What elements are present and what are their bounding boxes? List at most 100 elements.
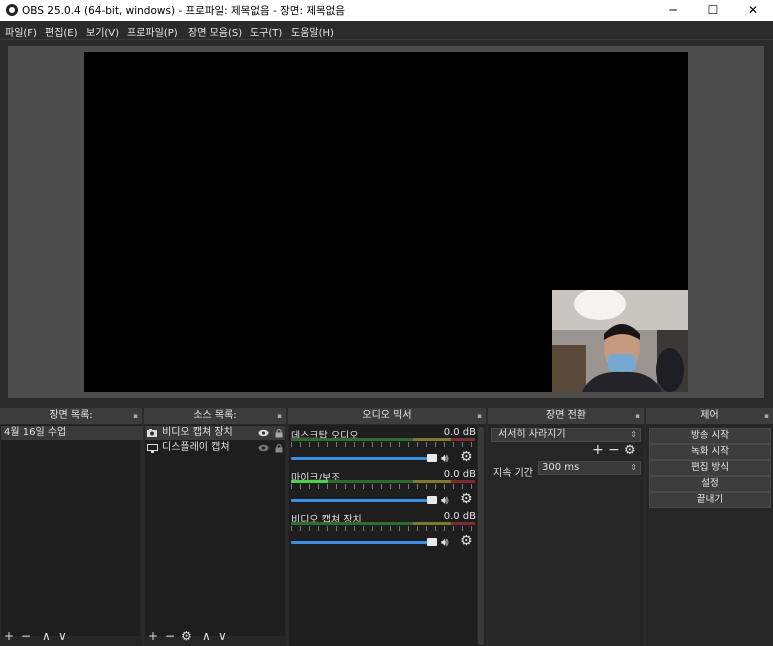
duration-value: 300 ms <box>542 462 580 473</box>
add-icon[interactable]: + <box>4 629 14 643</box>
gear-icon[interactable]: ⚙ <box>460 533 473 549</box>
meter-yellow <box>413 522 451 525</box>
eye-icon[interactable] <box>258 444 269 452</box>
gear-icon[interactable]: ⚙ <box>460 449 473 465</box>
speaker-icon[interactable]: 🔊︎ <box>441 535 449 550</box>
controls-dock-title: 제어 ▪ <box>646 408 773 424</box>
duration-label: 지속 기간 <box>493 468 533 479</box>
meter-green <box>291 438 413 441</box>
start-recording-button[interactable]: 녹화 시작 <box>649 444 771 460</box>
gear-icon[interactable]: ⚙ <box>624 443 636 458</box>
lock-icon[interactable] <box>275 428 283 438</box>
track-db: 0.0 dB <box>443 427 476 438</box>
volume-slider-handle[interactable] <box>427 454 437 462</box>
track-db: 0.0 dB <box>443 469 476 480</box>
scenes-dock-title: 장면 목록: ▪ <box>0 408 142 424</box>
gear-icon[interactable]: ⚙ <box>460 491 473 507</box>
sources-dock-title: 소스 목록: ▪ <box>144 408 286 424</box>
studio-mode-button[interactable]: 편집 방식 <box>649 460 771 476</box>
transitions-dock: 장면 전환 ▪ 서서히 사라지기 ⇕ + − ⚙ 지속 기간 300 ms ⇕ <box>488 408 644 646</box>
meter-scale <box>291 526 475 531</box>
meter-yellow <box>413 438 451 441</box>
meter-scale <box>291 442 475 447</box>
menu-file[interactable]: 파일(F) <box>5 24 37 39</box>
chevron-down-icon[interactable]: ∨ <box>218 629 227 643</box>
gear-icon[interactable]: ⚙ <box>181 629 192 643</box>
lock-icon[interactable] <box>275 443 283 453</box>
maximize-button[interactable]: ☐ <box>693 0 733 21</box>
speaker-icon[interactable]: 🔊︎ <box>441 493 449 508</box>
float-icon[interactable]: ▪ <box>477 408 482 424</box>
scene-item-label: 4월 16일 수업 <box>4 427 67 438</box>
webcam-video-frame[interactable] <box>552 290 688 392</box>
menu-view[interactable]: 보기(V) <box>86 24 119 39</box>
transitions-dock-title: 장면 전환 ▪ <box>488 408 644 424</box>
volume-slider[interactable] <box>291 499 429 502</box>
meter-red <box>451 522 475 525</box>
minimize-button[interactable]: ─ <box>653 0 693 21</box>
menu-help[interactable]: 도움말(H) <box>291 24 334 39</box>
start-streaming-button[interactable]: 방송 시작 <box>649 428 771 444</box>
transitions-title: 장면 전환 <box>546 410 586 421</box>
source-item-label: 비디오 캡쳐 장치 <box>162 427 233 438</box>
mixer-scrollbar[interactable] <box>478 427 484 645</box>
window-title: OBS 25.0.4 (64-bit, windows) - 프로파일: 제목없… <box>22 5 345 17</box>
menu-scene-collection[interactable]: 장면 모음(S) <box>188 24 242 39</box>
list-item[interactable]: 디스플레이 캡쳐 <box>145 441 285 455</box>
transition-toolbar: + − ⚙ <box>588 442 644 460</box>
scenes-dock: 장면 목록: ▪ 4월 16일 수업 + − ∧ ∨ <box>0 408 143 646</box>
duration-input[interactable]: 300 ms ⇕ <box>538 461 641 475</box>
volume-slider[interactable] <box>291 457 429 460</box>
chevron-up-icon[interactable]: ∧ <box>202 629 211 643</box>
sources-toolbar: + − ⚙ ∧ ∨ <box>144 628 286 646</box>
remove-icon[interactable]: − <box>165 629 175 643</box>
float-icon[interactable]: ▪ <box>635 408 640 424</box>
scenes-toolbar: + − ∧ ∨ <box>0 628 142 646</box>
close-button[interactable]: ✕ <box>733 0 773 21</box>
menu-edit[interactable]: 편집(E) <box>45 24 78 39</box>
float-icon[interactable]: ▪ <box>133 408 138 424</box>
menu-tools[interactable]: 도구(T) <box>250 24 282 39</box>
settings-button[interactable]: 설정 <box>649 476 771 492</box>
spinner-icon: ⇕ <box>630 430 637 439</box>
float-icon[interactable]: ▪ <box>764 408 769 424</box>
float-icon[interactable]: ▪ <box>277 408 282 424</box>
eye-icon[interactable] <box>258 429 269 437</box>
add-icon[interactable]: + <box>148 629 158 643</box>
source-item-label: 디스플레이 캡쳐 <box>162 442 230 453</box>
remove-icon[interactable]: − <box>21 629 31 643</box>
track-db: 0.0 dB <box>443 511 476 522</box>
menu-profile[interactable]: 프로파일(P) <box>127 24 178 39</box>
mixer-dock-title: 오디오 믹서 ▪ <box>288 408 486 424</box>
meter-red <box>451 438 475 441</box>
list-item[interactable]: 비디오 캡쳐 장치 <box>145 426 285 440</box>
meter-green <box>291 522 413 525</box>
speaker-icon[interactable]: 🔊︎ <box>441 451 449 466</box>
chevron-down-icon[interactable]: ∨ <box>58 629 67 643</box>
mixer-track-desktop: 데스크탑 오디오 0.0 dB 🔊︎ ⚙ <box>291 427 476 467</box>
volume-slider-handle[interactable] <box>427 538 437 546</box>
chevron-up-icon[interactable]: ∧ <box>42 629 51 643</box>
audio-mixer-dock: 오디오 믹서 ▪ 데스크탑 오디오 0.0 dB 🔊︎ ⚙ 마이크/보조 0.0… <box>288 408 486 646</box>
meter-level <box>291 480 328 483</box>
mixer-track-video-capture: 비디오 캡쳐 장치 0.0 dB 🔊︎ ⚙ <box>291 511 476 551</box>
monitor-icon <box>147 444 158 453</box>
mixer-track-mic: 마이크/보조 0.0 dB 🔊︎ ⚙ <box>291 469 476 509</box>
list-item[interactable]: 4월 16일 수업 <box>1 426 143 440</box>
sources-list: 비디오 캡쳐 장치 디스플레이 캡쳐 <box>145 425 285 636</box>
spinner-icon: ⇕ <box>630 463 637 472</box>
scenes-list: 4월 16일 수업 <box>1 425 143 636</box>
webcam-image <box>552 290 688 392</box>
meter-scale <box>291 484 475 489</box>
meter-red <box>451 480 475 483</box>
obs-logo-icon <box>6 4 18 16</box>
add-icon[interactable]: + <box>592 442 604 458</box>
volume-slider[interactable] <box>291 541 429 544</box>
volume-slider-handle[interactable] <box>427 496 437 504</box>
sources-title: 소스 목록: <box>193 410 237 421</box>
transition-select[interactable]: 서서히 사라지기 ⇕ <box>491 428 641 442</box>
mixer-title: 오디오 믹서 <box>362 410 412 421</box>
remove-icon[interactable]: − <box>608 442 620 458</box>
title-bar: OBS 25.0.4 (64-bit, windows) - 프로파일: 제목없… <box>0 0 773 21</box>
exit-button[interactable]: 끝내기 <box>649 492 771 508</box>
